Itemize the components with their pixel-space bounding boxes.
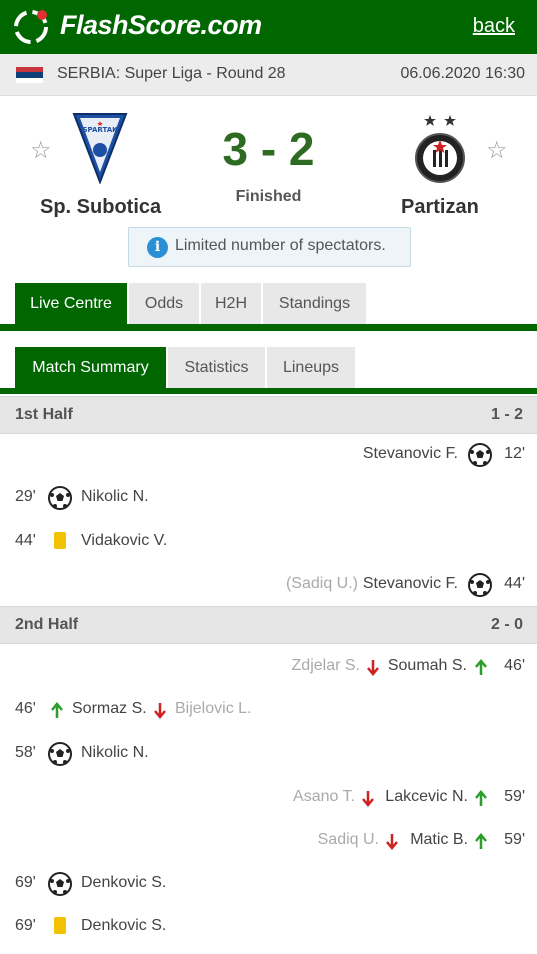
period-score: 2 - 0: [490, 616, 523, 633]
event-minute: 69': [15, 917, 36, 934]
sub-out-arrow-icon: [367, 660, 379, 676]
goal-ball-icon: [468, 443, 492, 467]
event-player[interactable]: Stevanovic F.: [363, 445, 458, 463]
top-bar: FlashScore.com back: [0, 0, 537, 54]
info-notice-text: Limited number of spectators.: [175, 237, 386, 254]
away-team-name[interactable]: Partizan: [401, 196, 479, 219]
event-player-in[interactable]: Lakcevic N.: [385, 788, 468, 806]
event-player[interactable]: Denkovic S.: [81, 874, 166, 892]
event-row[interactable]: 44' Vidakovic V.: [0, 527, 537, 557]
event-player-in[interactable]: Matic B.: [410, 831, 468, 849]
sub-in-arrow-icon: [475, 833, 487, 849]
away-favorite-star-icon[interactable]: ☆: [486, 136, 508, 165]
sub-in-arrow-icon: [475, 790, 487, 806]
sub-out-arrow-icon: [154, 703, 166, 719]
serbia-flag-icon: [16, 67, 43, 83]
league-bar: SERBIA: Super Liga - Round 28 06.06.2020…: [0, 54, 537, 96]
event-row[interactable]: Sadiq U. Matic B. 59': [0, 826, 537, 856]
event-minute: 46': [504, 657, 525, 674]
goal-ball-icon: [48, 486, 72, 510]
tab-standings[interactable]: Standings: [263, 283, 366, 324]
event-assist[interactable]: (Sadiq U.): [286, 575, 358, 593]
event-row[interactable]: Zdjelar S. Soumah S. 46': [0, 652, 537, 682]
event-player-out[interactable]: Asano T.: [293, 788, 355, 806]
period-header: 1st Half 1 - 2: [0, 396, 537, 434]
match-datetime: 06.06.2020 16:30: [400, 65, 525, 82]
sub-in-arrow-icon: [51, 702, 63, 718]
app-logo[interactable]: FlashScore.com: [60, 10, 262, 41]
period-score: 1 - 2: [490, 406, 523, 423]
event-player-in[interactable]: Sormaz S.: [72, 700, 147, 718]
goal-ball-icon: [48, 742, 72, 766]
yellow-card-icon: [54, 532, 66, 549]
event-row[interactable]: 69' Denkovic S.: [0, 912, 537, 942]
period-label: 2nd Half: [15, 616, 79, 633]
goal-ball-icon: [48, 872, 72, 896]
event-player-out[interactable]: Sadiq U.: [318, 831, 379, 849]
tab-lineups[interactable]: Lineups: [267, 347, 355, 388]
event-player-out[interactable]: Bijelovic L.: [175, 700, 251, 718]
event-player-in[interactable]: Soumah S.: [388, 657, 467, 675]
event-row[interactable]: 46' Sormaz S. Bijelovic L.: [0, 695, 537, 725]
event-minute: 44': [504, 575, 525, 592]
event-minute: 46': [15, 700, 36, 717]
event-minute: 58': [15, 744, 36, 761]
sub-in-arrow-icon: [475, 659, 487, 675]
event-minute: 69': [15, 874, 36, 891]
goal-ball-icon: [468, 573, 492, 597]
tab-odds[interactable]: Odds: [129, 283, 199, 324]
event-player-out[interactable]: Zdjelar S.: [292, 657, 360, 675]
tab-h2h[interactable]: H2H: [201, 283, 261, 324]
tab-live-centre[interactable]: Live Centre: [15, 283, 127, 324]
info-icon: i: [147, 237, 168, 258]
event-player[interactable]: Denkovic S.: [81, 917, 166, 935]
event-row[interactable]: 58' Nikolic N.: [0, 739, 537, 769]
info-notice: i Limited number of spectators.: [128, 227, 411, 267]
tabs-underline: [0, 324, 537, 331]
event-player[interactable]: Vidakovic V.: [81, 532, 167, 550]
away-team-crest-icon[interactable]: [414, 112, 466, 186]
event-row[interactable]: 69' Denkovic S.: [0, 869, 537, 899]
event-row[interactable]: Asano T. Lakcevic N. 59': [0, 783, 537, 813]
event-player[interactable]: Nikolic N.: [81, 488, 149, 506]
event-minute: 29': [15, 488, 36, 505]
subtabs-underline: [0, 388, 537, 394]
period-label: 1st Half: [15, 406, 73, 423]
flashscore-logo-icon[interactable]: [12, 8, 50, 46]
league-name[interactable]: SERBIA: Super Liga - Round 28: [57, 65, 286, 83]
event-minute: 59': [504, 788, 525, 805]
event-row[interactable]: Stevanovic F. 12': [0, 440, 537, 470]
yellow-card-icon: [54, 917, 66, 934]
event-minute: 12': [504, 445, 525, 462]
event-player[interactable]: Nikolic N.: [81, 744, 149, 762]
tab-match-summary[interactable]: Match Summary: [15, 347, 166, 388]
event-row[interactable]: 29' Nikolic N.: [0, 483, 537, 513]
match-header: ☆ SPARTAK Sp. Subotica 3 - 2 Finished Pa…: [0, 96, 537, 274]
sub-out-arrow-icon: [386, 834, 398, 850]
tab-statistics[interactable]: Statistics: [168, 347, 265, 388]
sub-out-arrow-icon: [362, 791, 374, 807]
back-link[interactable]: back: [473, 15, 515, 38]
event-minute: 59': [504, 831, 525, 848]
event-player[interactable]: Stevanovic F.: [363, 575, 458, 593]
event-minute: 44': [15, 532, 36, 549]
period-header: 2nd Half 2 - 0: [0, 606, 537, 644]
event-row[interactable]: (Sadiq U.) Stevanovic F. 44': [0, 570, 537, 600]
